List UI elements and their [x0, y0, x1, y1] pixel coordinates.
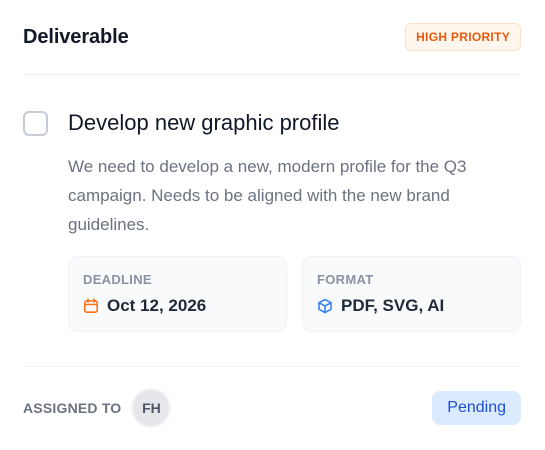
deadline-value: Oct 12, 2026 [107, 296, 207, 315]
assignee-group: ASSIGNED TO FH [23, 388, 172, 428]
card-header: Deliverable HIGH PRIORITY [23, 0, 521, 75]
deliverable-card: Deliverable HIGH PRIORITY Develop new gr… [0, 0, 545, 450]
task-title: Develop new graphic profile [68, 110, 340, 135]
task-checkbox[interactable] [23, 110, 48, 136]
deadline-label: DEADLINE [83, 272, 152, 287]
task-row: Develop new graphic profile [23, 110, 521, 136]
status-badge[interactable]: Pending [432, 391, 521, 425]
footer-divider [23, 366, 521, 367]
calendar-icon [83, 298, 99, 314]
format-box: FORMAT PDF, SVG, AI [302, 256, 521, 332]
assigned-label: ASSIGNED TO [23, 400, 122, 416]
priority-badge: HIGH PRIORITY [405, 23, 521, 51]
task-description: We need to develop a new, modern profile… [68, 157, 467, 234]
format-value-row: PDF, SVG, AI [317, 296, 506, 316]
deadline-value-row: Oct 12, 2026 [83, 296, 272, 316]
cube-icon [317, 298, 333, 314]
card-footer: ASSIGNED TO FH Pending [23, 388, 521, 428]
avatar[interactable]: FH [131, 388, 172, 428]
card-title: Deliverable [23, 25, 129, 48]
format-label: FORMAT [317, 272, 374, 287]
format-value: PDF, SVG, AI [341, 296, 445, 315]
deadline-box: DEADLINE Oct 12, 2026 [68, 256, 287, 332]
